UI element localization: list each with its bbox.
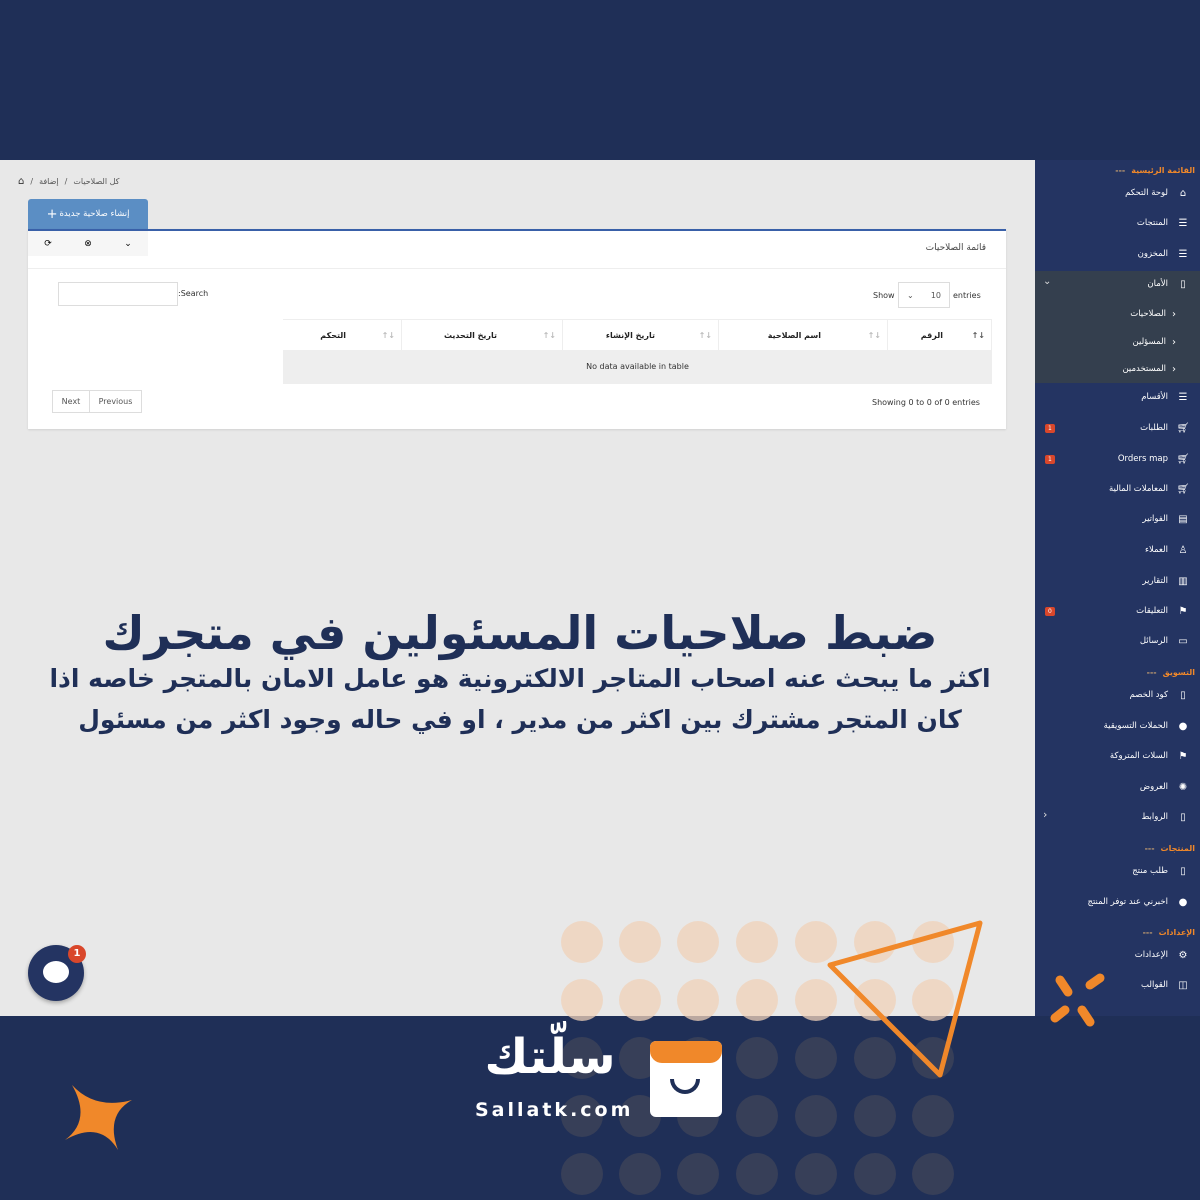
chat-button[interactable]: 1 <box>28 945 86 1001</box>
decor-dot <box>795 1037 837 1079</box>
sparkle-shape <box>1050 973 1105 1027</box>
decor-dot <box>677 921 719 963</box>
decor-dot <box>795 1095 837 1137</box>
decor-dot <box>561 1153 603 1195</box>
decor-dot <box>736 1153 778 1195</box>
decor-dot <box>912 1095 954 1137</box>
decor-dot <box>795 1153 837 1195</box>
decor-dot <box>619 921 661 963</box>
decor-dot <box>561 979 603 1021</box>
decor-dot <box>854 979 896 1021</box>
decor-dot <box>912 979 954 1021</box>
star-shape <box>65 1085 132 1150</box>
brand-name-ar: سلّتك <box>484 1029 616 1085</box>
shop-cart-logo-icon <box>650 1041 722 1117</box>
decor-dot <box>736 1037 778 1079</box>
decor-dot <box>619 1153 661 1195</box>
decor-dot <box>854 1037 896 1079</box>
decor-dot <box>561 921 603 963</box>
decor-dot <box>619 979 661 1021</box>
decor-dot <box>736 979 778 1021</box>
decor-dot <box>854 1153 896 1195</box>
paper-plane-shape <box>827 920 983 1078</box>
decor-dot <box>854 1095 896 1137</box>
decor-dot <box>677 1153 719 1195</box>
decor-dot <box>795 979 837 1021</box>
decor-dot <box>912 1153 954 1195</box>
brand-domain: Sallatk.com <box>475 1099 634 1121</box>
decor-dot <box>677 979 719 1021</box>
chat-icon <box>43 961 69 983</box>
decorations <box>65 920 1105 1195</box>
brand-logo: سلّتك Sallatk.com <box>470 1029 730 1125</box>
decor-dot <box>736 1095 778 1137</box>
chat-badge: 1 <box>68 945 86 963</box>
decor-dot <box>795 921 837 963</box>
decor-dot <box>736 921 778 963</box>
